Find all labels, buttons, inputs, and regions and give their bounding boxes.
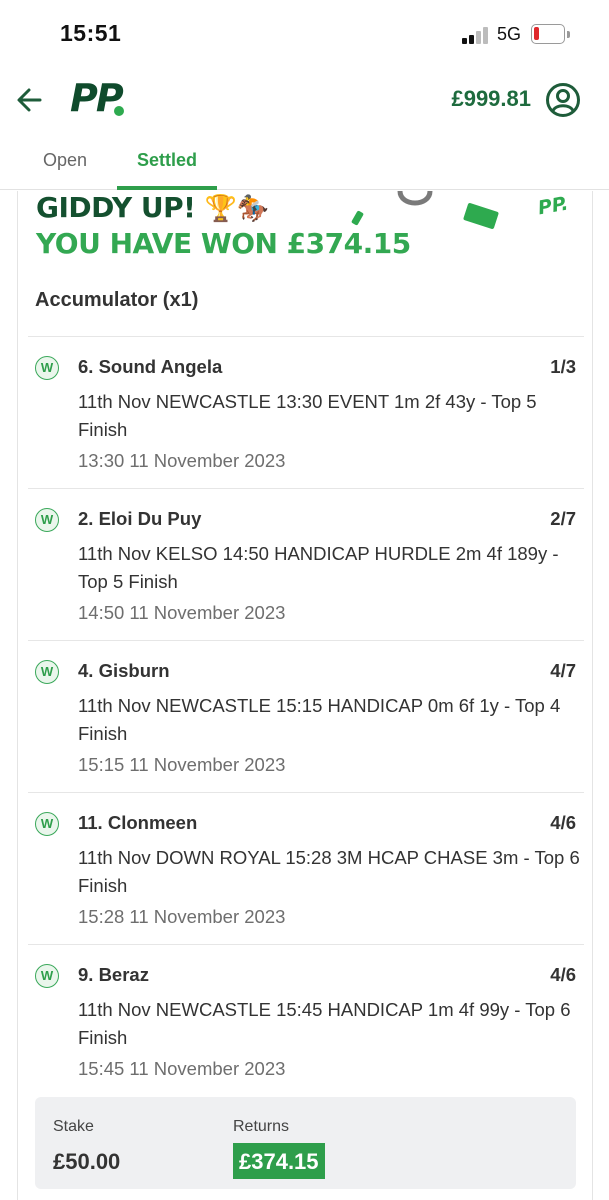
- win-badge-icon: W: [35, 660, 59, 684]
- stake-label: Stake: [53, 1118, 94, 1135]
- bet-leg: W 2. Eloi Du Puy 2/7 11th Nov KELSO 14:5…: [28, 488, 584, 640]
- win-amount-headline: YOU HAVE WON £374.15: [36, 227, 411, 260]
- tab-open[interactable]: Open: [43, 136, 87, 190]
- bet-leg: W 9. Beraz 4/6 11th Nov NEWCASTLE 15:45 …: [28, 944, 584, 1096]
- win-badge-icon: W: [35, 356, 59, 380]
- small-brand-logo: PP.: [536, 192, 570, 220]
- race-description: 11th Nov NEWCASTLE 15:45 HANDICAP 1m 4f …: [78, 999, 571, 1048]
- trophy-horse-icon: 🏆🏇: [204, 194, 269, 224]
- selection-odds: 4/6: [550, 812, 576, 833]
- account-button[interactable]: [545, 82, 581, 118]
- selection-name: 11. Clonmeen: [78, 812, 198, 833]
- bet-leg: W 4. Gisburn 4/7 11th Nov NEWCASTLE 15:1…: [28, 640, 584, 792]
- selection-odds: 1/3: [550, 356, 576, 377]
- selection-name: 2. Eloi Du Puy: [78, 508, 202, 529]
- confetti-piece: [350, 210, 365, 226]
- app-header: PP £999.81: [0, 70, 609, 130]
- arrow-left-icon: [17, 88, 42, 112]
- user-circle-icon: [546, 83, 580, 117]
- win-headline: GIDDY UP! 🏆🏇: [36, 191, 269, 224]
- tab-settled[interactable]: Settled: [117, 136, 217, 190]
- bet-tabs: Open Settled: [0, 136, 609, 190]
- returns-label: Returns: [233, 1118, 290, 1135]
- battery-icon: [531, 24, 565, 44]
- race-time: 15:45 11 November 2023: [78, 1058, 286, 1079]
- bet-type-label: Accumulator (x1): [35, 289, 199, 311]
- race-time: 15:28 11 November 2023: [78, 906, 286, 927]
- status-bar: 15:51 5G: [0, 0, 609, 70]
- selection-name: 4. Gisburn: [78, 660, 170, 681]
- settled-bet-card: GIDDY UP! 🏆🏇 YOU HAVE WON £374.15 PP. Ac…: [17, 191, 593, 1200]
- selection-odds: 2/7: [550, 508, 576, 529]
- race-time: 13:30 11 November 2023: [78, 450, 286, 471]
- status-time: 15:51: [60, 20, 122, 46]
- win-headline-text: GIDDY UP!: [36, 191, 196, 224]
- race-time: 15:15 11 November 2023: [78, 754, 286, 775]
- bet-summary: Stake Returns £50.00 £374.15: [35, 1097, 576, 1189]
- network-type: 5G: [497, 24, 522, 44]
- selection-odds: 4/7: [550, 660, 576, 681]
- win-badge-icon: W: [35, 964, 59, 988]
- win-badge-icon: W: [35, 508, 59, 532]
- win-badge-icon: W: [35, 812, 59, 836]
- race-description: 11th Nov KELSO 14:50 HANDICAP HURDLE 2m …: [78, 543, 559, 592]
- selection-name: 9. Beraz: [78, 964, 149, 985]
- race-description: 11th Nov NEWCASTLE 15:15 HANDICAP 0m 6f …: [78, 695, 561, 744]
- back-button[interactable]: [12, 82, 48, 118]
- bet-legs-list: W 6. Sound Angela 1/3 11th Nov NEWCASTLE…: [28, 336, 584, 1096]
- stake-value: £50.00: [53, 1149, 121, 1174]
- bet-leg: W 6. Sound Angela 1/3 11th Nov NEWCASTLE…: [28, 336, 584, 488]
- bet-leg: W 11. Clonmeen 4/6 11th Nov DOWN ROYAL 1…: [28, 792, 584, 944]
- race-description: 11th Nov NEWCASTLE 13:30 EVENT 1m 2f 43y…: [78, 391, 537, 440]
- cash-note-icon: [463, 202, 499, 230]
- race-time: 14:50 11 November 2023: [78, 602, 286, 623]
- account-balance[interactable]: £999.81: [451, 86, 531, 112]
- selection-name: 6. Sound Angela: [78, 356, 223, 377]
- signal-icon: [462, 26, 492, 44]
- battery-tip: [567, 31, 570, 38]
- returns-value: £374.15: [233, 1143, 325, 1179]
- horseshoe-icon: [397, 191, 433, 206]
- selection-odds: 4/6: [550, 964, 576, 985]
- race-description: 11th Nov DOWN ROYAL 15:28 3M HCAP CHASE …: [78, 847, 580, 896]
- logo-dot: [114, 106, 124, 116]
